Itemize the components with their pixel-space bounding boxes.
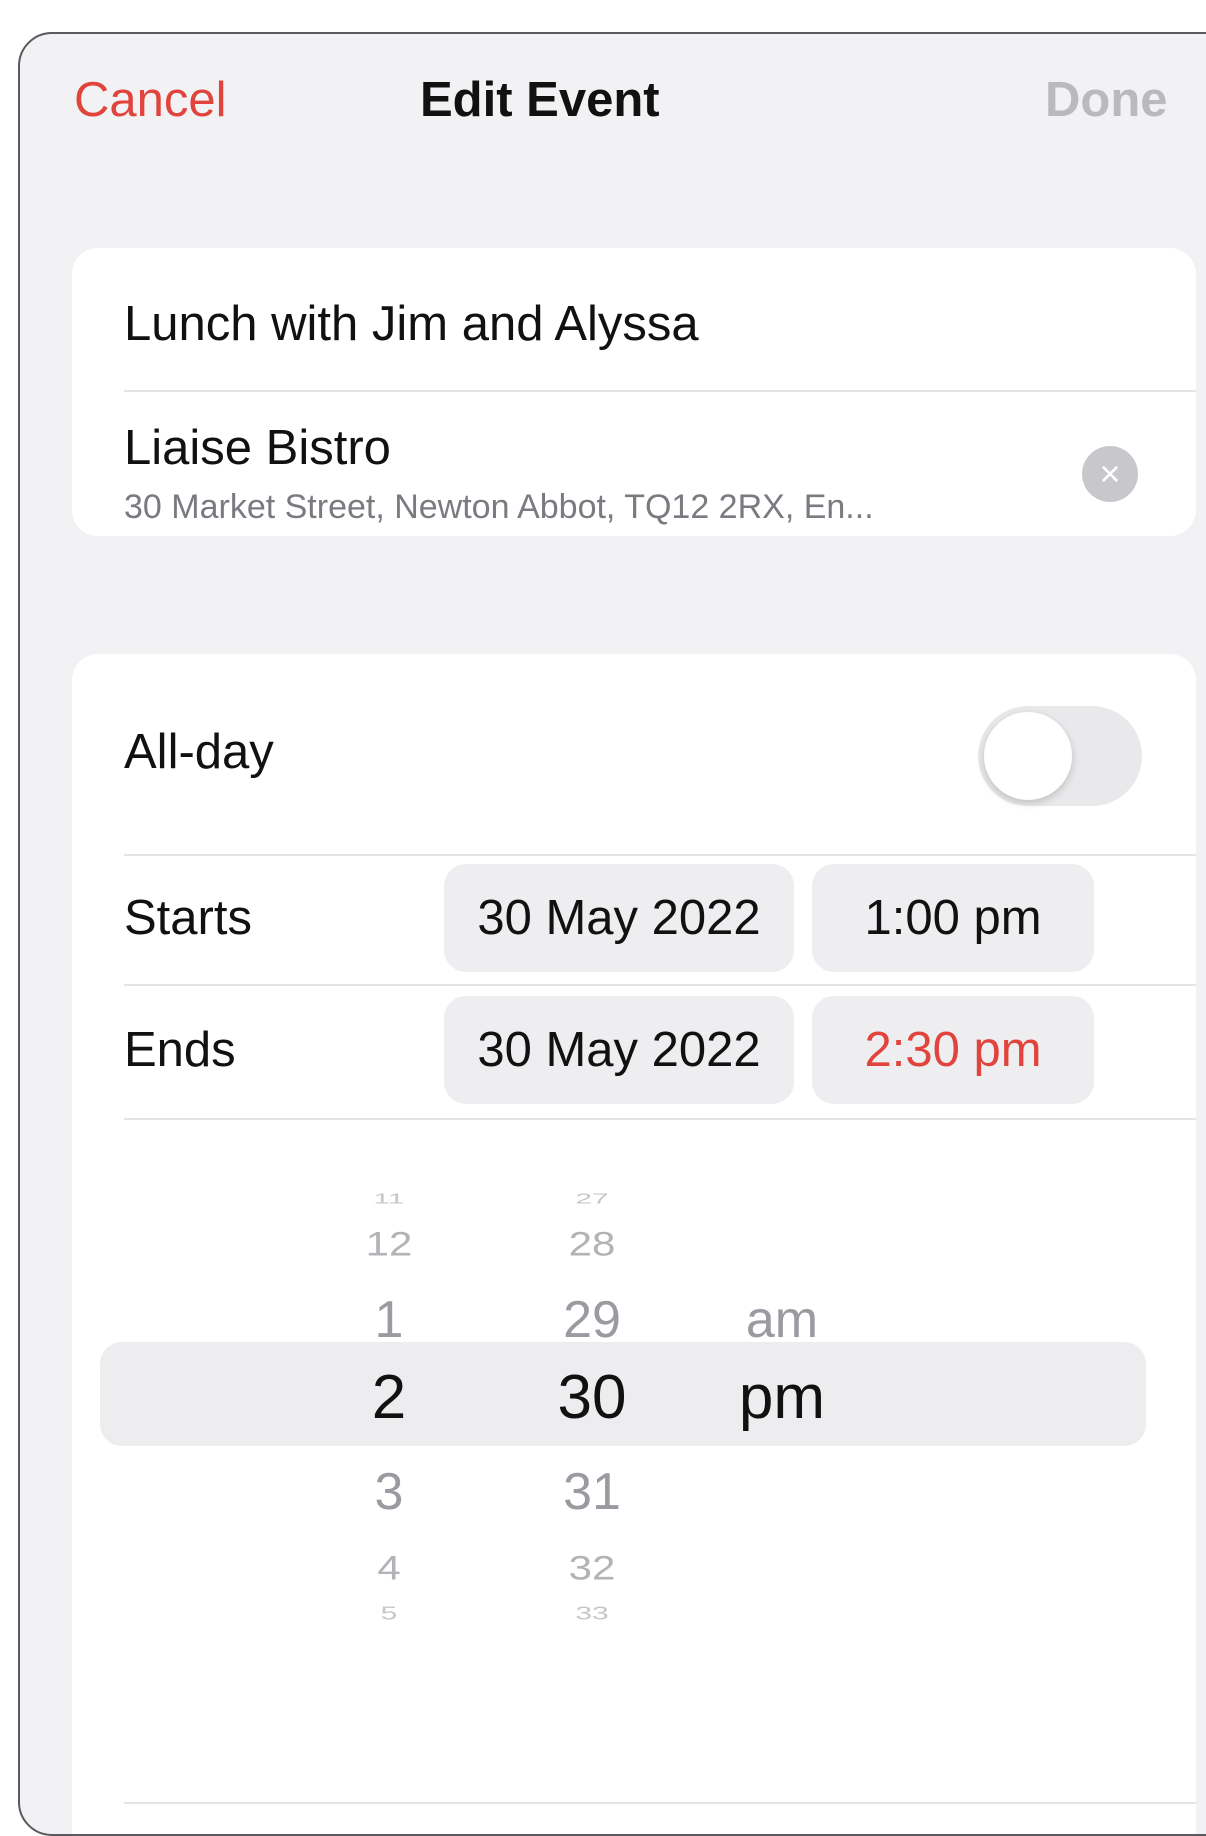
hour-option[interactable]: 5 <box>319 1604 459 1624</box>
hour-wheel[interactable]: 11 12 1 2 3 4 5 <box>319 1092 459 1732</box>
minute-option-selected[interactable]: 30 <box>522 1362 662 1433</box>
minute-option[interactable]: 33 <box>522 1604 662 1624</box>
allday-toggle[interactable] <box>978 706 1142 806</box>
clear-location-icon[interactable]: × <box>1082 446 1138 502</box>
location-address: 30 Market Street, Newton Abbot, TQ12 2RX… <box>124 488 874 526</box>
start-date-button[interactable]: 30 May 2022 <box>444 864 794 972</box>
minute-option[interactable]: 32 <box>522 1548 662 1587</box>
navigation-bar: Cancel Edit Event Done <box>20 34 1206 174</box>
done-button[interactable]: Done <box>1045 72 1168 128</box>
allday-label: All-day <box>124 725 274 779</box>
hour-option[interactable]: 12 <box>319 1224 459 1263</box>
time-settings-card: All-day Starts 30 May 2022 1:00 pm Ends … <box>72 654 1196 1834</box>
hour-option[interactable]: 4 <box>319 1548 459 1587</box>
start-time-button[interactable]: 1:00 pm <box>812 864 1094 972</box>
minute-wheel[interactable]: 27 28 29 30 31 32 33 <box>522 1092 662 1732</box>
ends-label: Ends <box>124 1023 236 1077</box>
divider <box>124 854 1196 856</box>
edit-event-sheet: Cancel Edit Event Done Lunch with Jim an… <box>18 32 1206 1836</box>
hour-option[interactable]: 1 <box>319 1290 459 1350</box>
event-details-card: Lunch with Jim and Alyssa Liaise Bistro … <box>72 248 1196 536</box>
minute-option[interactable]: 31 <box>522 1462 662 1522</box>
hour-option[interactable]: 3 <box>319 1462 459 1522</box>
minute-option[interactable]: 27 <box>522 1191 662 1208</box>
minute-option[interactable]: 28 <box>522 1224 662 1263</box>
time-picker: 11 12 1 2 3 4 5 27 28 29 30 31 32 33 am … <box>72 1092 1196 1732</box>
page-title: Edit Event <box>420 73 660 127</box>
minute-option[interactable]: 29 <box>522 1290 662 1350</box>
divider <box>124 984 1196 986</box>
divider <box>124 1802 1196 1804</box>
end-time-button[interactable]: 2:30 pm <box>812 996 1094 1104</box>
period-option[interactable]: am <box>712 1290 852 1350</box>
hour-option-selected[interactable]: 2 <box>319 1362 459 1433</box>
location-name: Liaise Bistro <box>124 421 391 475</box>
toggle-knob <box>984 712 1072 800</box>
period-option-selected[interactable]: pm <box>712 1362 852 1433</box>
hour-option[interactable]: 11 <box>319 1191 459 1208</box>
period-wheel[interactable]: am pm <box>712 1092 852 1732</box>
end-date-button[interactable]: 30 May 2022 <box>444 996 794 1104</box>
cancel-button[interactable]: Cancel <box>74 72 227 128</box>
event-title-field[interactable]: Lunch with Jim and Alyssa <box>124 296 699 352</box>
starts-label: Starts <box>124 891 252 945</box>
divider <box>124 390 1196 392</box>
